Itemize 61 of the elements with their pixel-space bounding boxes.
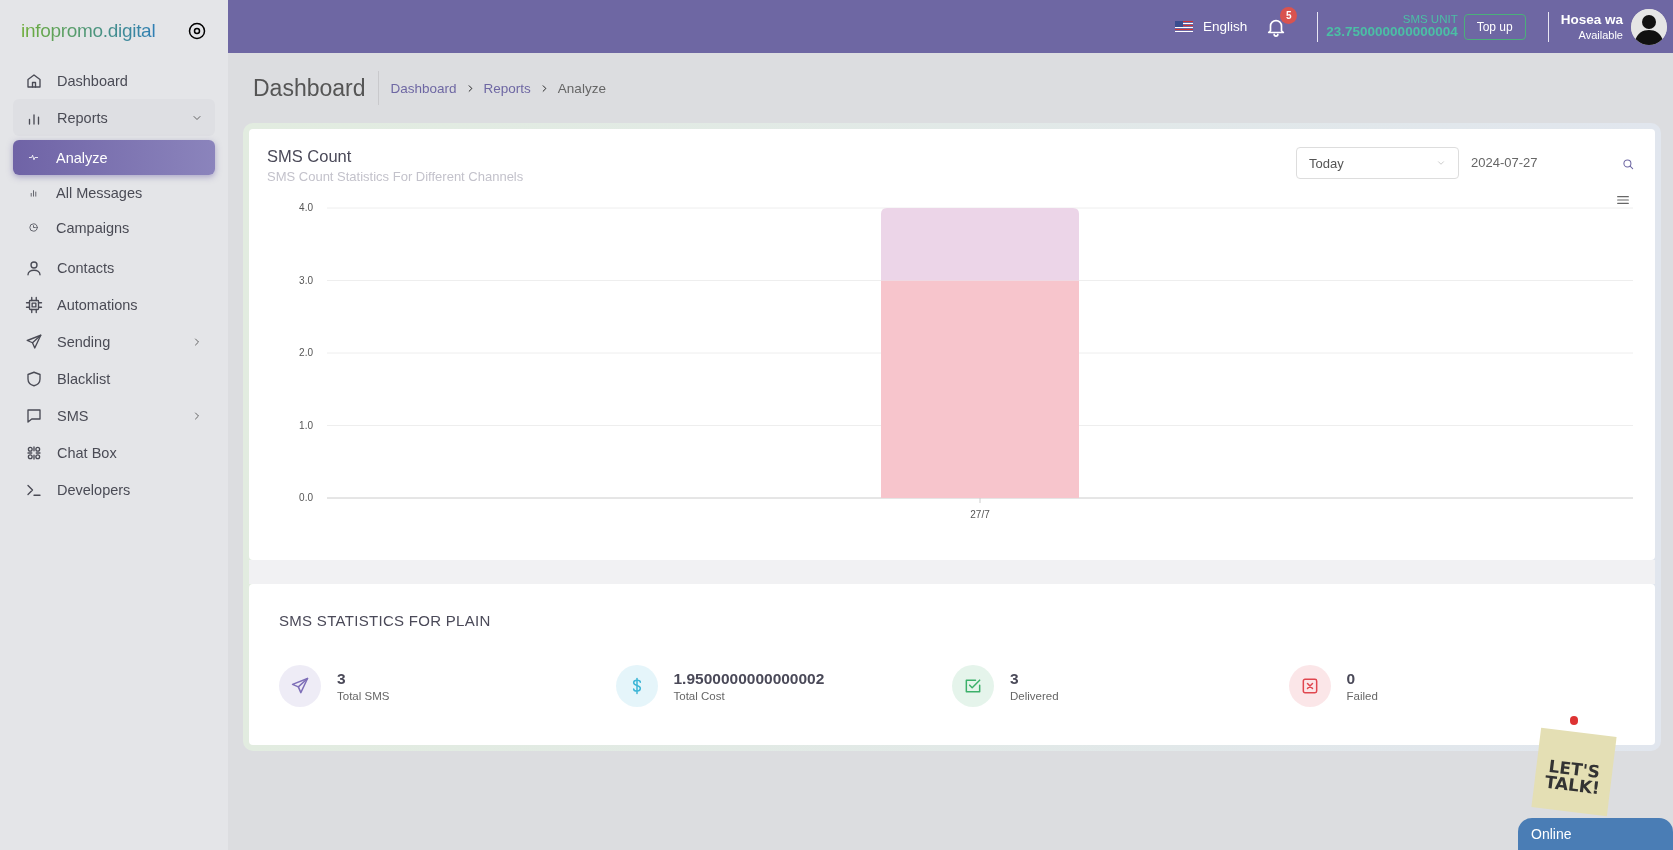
sidebar-item[interactable]: Developers [13, 471, 215, 508]
sidebar-item[interactable]: Contacts [13, 249, 215, 286]
sidebar-item[interactable]: Reports [13, 99, 215, 136]
sidebar-item[interactable]: Blacklist [13, 360, 215, 397]
chat-status-bar[interactable]: Online [1518, 818, 1673, 850]
grid-dots-icon [25, 443, 43, 462]
sms-unit-label: SMS UNIT [1402, 12, 1458, 26]
speech-bubble-icon [25, 406, 43, 425]
page-title: Dashboard [253, 71, 379, 105]
date-field[interactable]: 2024-07-27 [1471, 155, 1621, 170]
flag-icon [1175, 21, 1193, 32]
paper-plane-icon [290, 676, 310, 696]
user-status: Available [1578, 28, 1623, 43]
shield-icon [25, 369, 43, 388]
lets-talk-sticker[interactable]: LET'S TALK! [1531, 727, 1617, 817]
card-subtitle: SMS Count Statistics For Different Channels [267, 169, 525, 184]
axis-label: 1.0 [299, 419, 313, 431]
chevron-icon [1436, 158, 1446, 168]
chip-icon [25, 295, 43, 314]
checkbox-icon [963, 676, 983, 696]
sms-unit-value: 23.750000000000004 [1326, 25, 1458, 41]
card-title: SMS Count [267, 147, 353, 166]
sidebar-item[interactable]: Analyze [13, 140, 215, 175]
sidebar-item[interactable]: All Messages [13, 175, 215, 210]
stat-label: Total SMS [337, 690, 390, 702]
axis-label: 27/7 [970, 509, 990, 520]
sidebar-item[interactable]: Sending [13, 323, 215, 360]
sidebar-item[interactable]: Campaigns [13, 210, 215, 245]
pin-icon [1570, 716, 1578, 725]
sidebar-item[interactable]: Automations [13, 286, 215, 323]
stat-label: Delivered [1010, 690, 1059, 702]
stat-value: 3 [1010, 670, 1020, 688]
top-up-button[interactable]: Top up [1463, 13, 1526, 40]
period-dropdown[interactable]: Today [1296, 147, 1459, 179]
axis-label: 0.0 [299, 492, 313, 503]
paper-plane-icon [25, 332, 43, 351]
target-icon [187, 21, 207, 41]
stat-value: 1.9500000000000002 [673, 670, 825, 688]
sidebar-item[interactable]: Dashboard [13, 62, 215, 99]
notification-count: 5 [1280, 6, 1298, 24]
stat-value: 3 [337, 670, 347, 688]
pulse-icon [28, 152, 39, 163]
sidebar-item[interactable]: SMS [13, 397, 215, 434]
clock-icon [28, 222, 39, 233]
user-name: Hosea wa [1560, 10, 1623, 29]
breadcrumb-link[interactable]: Reports [483, 80, 531, 96]
stat-label: Total Cost [673, 690, 726, 702]
stat-value: 0 [1346, 670, 1357, 688]
breadcrumb-current: Analyze [557, 80, 606, 96]
section-title: SMS STATISTICS FOR PLAIN [278, 611, 492, 631]
language-selector[interactable]: English [1175, 19, 1248, 34]
stat-label: Failed [1346, 690, 1378, 702]
breadcrumb-link[interactable]: Dashboard [390, 80, 457, 96]
search-icon[interactable] [1621, 157, 1635, 171]
bar-chart-icon [28, 187, 39, 198]
axis-label: 2.0 [299, 347, 313, 358]
person-icon [25, 258, 43, 277]
axis-label: 4.0 [299, 202, 313, 213]
avatar-icon[interactable] [1631, 8, 1667, 45]
sidebar-item[interactable]: Chat Box [13, 434, 215, 471]
axis-label: 3.0 [299, 274, 313, 286]
